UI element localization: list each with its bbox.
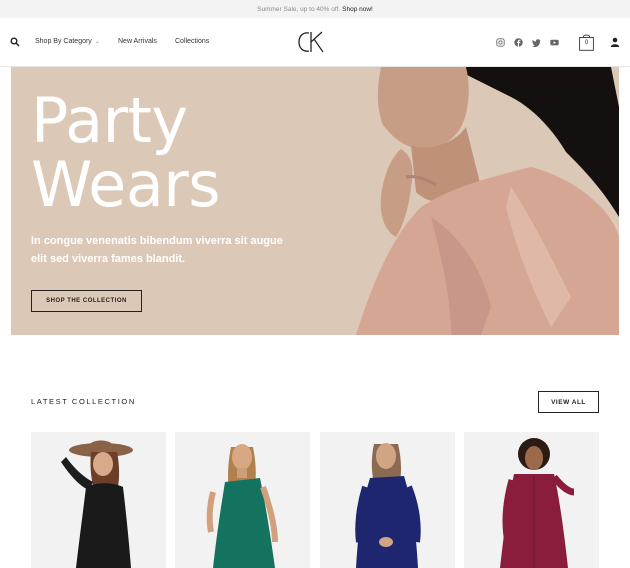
- announcement-bar: Summer Sale, up to 40% off. Shop now!: [0, 0, 630, 18]
- product-image: [500, 438, 575, 568]
- product-image: [206, 444, 278, 568]
- shop-the-collection-button[interactable]: SHOP THE COLLECTION: [31, 290, 142, 312]
- product-card[interactable]: [464, 432, 599, 568]
- cart-count: 0: [584, 40, 589, 46]
- user-account-icon[interactable]: [610, 37, 620, 47]
- search-icon[interactable]: [10, 37, 20, 47]
- view-all-button[interactable]: VIEW ALL: [538, 391, 599, 413]
- hero-banner: Party Wears In congue venenatis bibendum…: [11, 67, 619, 335]
- latest-collection-heading: LATEST COLLECTION: [31, 397, 136, 406]
- product-card[interactable]: [320, 432, 455, 568]
- hero-title-line-2: Wears: [31, 148, 221, 221]
- brand-logo[interactable]: [297, 29, 325, 55]
- product-image: [61, 440, 133, 568]
- instagram-icon[interactable]: [496, 38, 505, 47]
- product-image: [355, 443, 421, 568]
- shop-now-link[interactable]: Shop now!: [342, 6, 373, 13]
- hero-subtitle: In congue venenatis bibendum viverra sit…: [31, 235, 283, 265]
- nav-collections[interactable]: Collections: [175, 38, 209, 45]
- nav-shop-by-category[interactable]: Shop By Category ⌄: [35, 38, 100, 45]
- chevron-down-icon: ⌄: [94, 39, 100, 45]
- announcement-text: Summer Sale, up to 40% off.: [257, 5, 341, 13]
- nav-shop-by-category-label: Shop By Category: [35, 38, 92, 45]
- nav-new-arrivals[interactable]: New Arrivals: [118, 38, 157, 45]
- hero-title: Party Wears: [31, 84, 221, 221]
- site-header: Shop By Category ⌄ New Arrivals Collectio…: [0, 18, 630, 67]
- product-card[interactable]: [31, 432, 166, 568]
- hero-title-line-1: Party: [31, 84, 188, 157]
- product-card[interactable]: [175, 432, 310, 568]
- youtube-icon[interactable]: [550, 38, 559, 47]
- twitter-icon[interactable]: [532, 38, 541, 47]
- facebook-icon[interactable]: [514, 38, 523, 47]
